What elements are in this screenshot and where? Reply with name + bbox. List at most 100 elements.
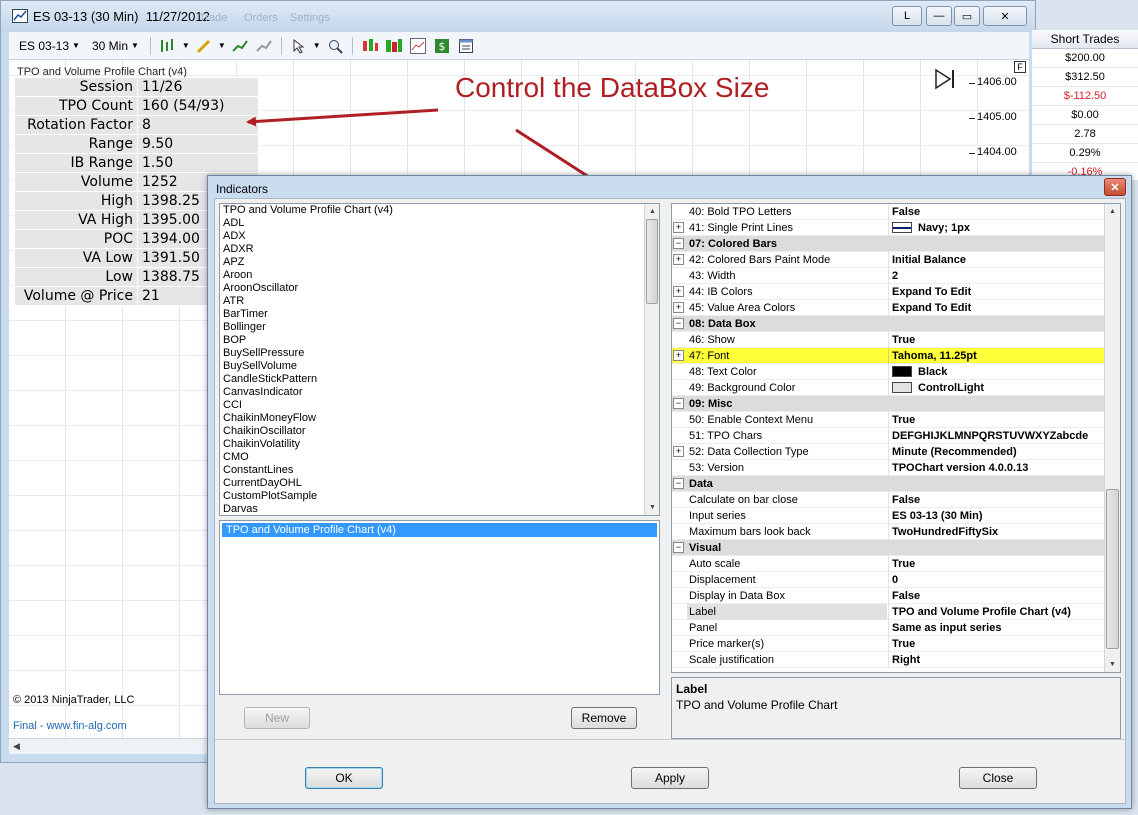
remove-button[interactable]: Remove: [571, 707, 637, 729]
chevron-down-icon[interactable]: ▼: [182, 41, 190, 50]
scroll-up-icon[interactable]: ▲: [645, 204, 659, 219]
property-value[interactable]: Expand To Edit: [888, 300, 1105, 316]
scroll-thumb[interactable]: [646, 219, 658, 304]
property-value[interactable]: True: [888, 412, 1105, 428]
applied-indicators-list[interactable]: TPO and Volume Profile Chart (v4): [219, 520, 660, 695]
property-category[interactable]: −07: Colored Bars: [672, 236, 1105, 252]
indicator-list-item[interactable]: ADXR: [220, 243, 659, 256]
scroll-thumb[interactable]: [1106, 489, 1119, 649]
strategy-icon[interactable]: [254, 36, 274, 56]
property-row[interactable]: +41: Single Print Lines Navy; 1px: [672, 220, 1105, 236]
collapse-icon[interactable]: −: [673, 318, 684, 329]
property-row[interactable]: 51: TPO Chars DEFGHIJKLMNPQRSTUVWXYZabcde: [672, 428, 1105, 444]
indicator-list-item[interactable]: ADL: [220, 217, 659, 230]
select-cursor-icon[interactable]: [289, 36, 309, 56]
property-value[interactable]: Right: [888, 652, 1105, 668]
drawing-pencil-icon[interactable]: [194, 36, 214, 56]
chart-titlebar[interactable]: ES 03-13 (30 Min) 11/27/2012 Trade Order…: [1, 1, 1035, 32]
collapse-icon[interactable]: −: [673, 478, 684, 489]
property-value[interactable]: True: [888, 332, 1105, 348]
menu-orders[interactable]: Orders: [244, 12, 278, 24]
minimize-button[interactable]: —: [926, 6, 952, 26]
indicator-list-item[interactable]: CCI: [220, 399, 659, 412]
property-row[interactable]: +44: IB Colors Expand To Edit: [672, 284, 1105, 300]
add-indicator-icon[interactable]: [230, 36, 250, 56]
property-row[interactable]: +42: Colored Bars Paint Mode Initial Bala…: [672, 252, 1105, 268]
properties-icon[interactable]: [456, 36, 476, 56]
scroll-left-icon[interactable]: ◀: [9, 739, 24, 754]
property-value[interactable]: Navy; 1px: [888, 220, 1105, 236]
property-value[interactable]: DEFGHIJKLMNPQRSTUVWXYZabcde: [888, 428, 1105, 444]
expand-icon[interactable]: +: [673, 302, 684, 313]
chart-trader-icon[interactable]: [360, 36, 380, 56]
indicator-list-item[interactable]: AroonOscillator: [220, 282, 659, 295]
property-value[interactable]: ControlLight: [888, 380, 1105, 396]
expand-icon[interactable]: +: [673, 222, 684, 233]
footer-link[interactable]: Final - www.fin-alg.com: [13, 720, 127, 732]
close-window-button[interactable]: ✕: [983, 6, 1027, 26]
indicator-list-item[interactable]: Bollinger: [220, 321, 659, 334]
indicator-list-item[interactable]: BuySellVolume: [220, 360, 659, 373]
ok-button[interactable]: OK: [305, 767, 383, 789]
property-value[interactable]: Initial Balance: [888, 252, 1105, 268]
property-category[interactable]: −09: Misc: [672, 396, 1105, 412]
zoom-icon[interactable]: [325, 36, 345, 56]
property-row[interactable]: Scale justification Right: [672, 652, 1105, 668]
indicator-list-item[interactable]: Darvas: [220, 503, 659, 515]
property-value[interactable]: ES 03-13 (30 Min): [888, 508, 1105, 524]
close-button[interactable]: Close: [959, 767, 1037, 789]
scroll-down-icon[interactable]: ▼: [645, 500, 659, 515]
maximize-button[interactable]: ▭: [954, 6, 980, 26]
property-row[interactable]: Input series ES 03-13 (30 Min): [672, 508, 1105, 524]
collapse-icon[interactable]: −: [673, 398, 684, 409]
property-row[interactable]: 48: Text Color Black: [672, 364, 1105, 380]
property-row[interactable]: Price marker(s) True: [672, 636, 1105, 652]
property-row[interactable]: Label TPO and Volume Profile Chart (v4): [672, 604, 1105, 620]
property-row[interactable]: +52: Data Collection Type Minute (Recomme…: [672, 444, 1105, 460]
expand-icon[interactable]: +: [673, 350, 684, 361]
property-row[interactable]: Panel Same as input series: [672, 620, 1105, 636]
property-row[interactable]: 46: Show True: [672, 332, 1105, 348]
property-value[interactable]: False: [888, 204, 1105, 220]
property-row[interactable]: +45: Value Area Colors Expand To Edit: [672, 300, 1105, 316]
indicator-list-item[interactable]: BuySellPressure: [220, 347, 659, 360]
property-value[interactable]: TPOChart version 4.0.0.13: [888, 460, 1105, 476]
scroll-up-icon[interactable]: ▲: [1105, 204, 1120, 219]
stats-column-header[interactable]: Short Trades: [1032, 30, 1138, 49]
instrument-selector[interactable]: ES 03-13 ▼: [15, 39, 84, 53]
property-row[interactable]: Display in Data Box False: [672, 588, 1105, 604]
scroll-down-icon[interactable]: ▼: [1105, 657, 1120, 672]
property-grid-scrollbar[interactable]: ▲ ▼: [1104, 204, 1120, 672]
property-value[interactable]: Tahoma, 11.25pt: [888, 348, 1105, 364]
property-value[interactable]: Black: [888, 364, 1105, 380]
property-grid[interactable]: 40: Bold TPO Letters False +41: Single Pri…: [671, 203, 1121, 673]
performance-icon[interactable]: [408, 36, 428, 56]
bar-type-icon[interactable]: [158, 36, 178, 56]
collapse-icon[interactable]: −: [673, 542, 684, 553]
interval-selector[interactable]: 30 Min ▼: [88, 39, 143, 53]
menu-trade[interactable]: Trade: [199, 12, 227, 24]
property-value[interactable]: 0: [888, 572, 1105, 588]
dollar-icon[interactable]: $: [432, 36, 452, 56]
indicator-list-item[interactable]: BOP: [220, 334, 659, 347]
indicator-list-item[interactable]: APZ: [220, 256, 659, 269]
property-value[interactable]: False: [888, 492, 1105, 508]
expand-icon[interactable]: +: [673, 446, 684, 457]
indicator-list-item[interactable]: ChaikinOscillator: [220, 425, 659, 438]
property-value[interactable]: Same as input series: [888, 620, 1105, 636]
property-value[interactable]: TwoHundredFiftySix: [888, 524, 1105, 540]
indicator-list-scrollbar[interactable]: ▲ ▼: [644, 204, 659, 515]
chevron-down-icon[interactable]: ▼: [218, 41, 226, 50]
property-category[interactable]: − Visual: [672, 540, 1105, 556]
expand-icon[interactable]: +: [673, 286, 684, 297]
property-value[interactable]: 2: [888, 268, 1105, 284]
property-row[interactable]: Displacement 0: [672, 572, 1105, 588]
playback-end-icon[interactable]: [933, 67, 957, 91]
property-row[interactable]: 43: Width 2: [672, 268, 1105, 284]
expand-icon[interactable]: +: [673, 254, 684, 265]
property-value[interactable]: True: [888, 636, 1105, 652]
property-value[interactable]: Minute (Recommended): [888, 444, 1105, 460]
indicator-list-item[interactable]: CanvasIndicator: [220, 386, 659, 399]
indicator-list-item[interactable]: ChaikinVolatility: [220, 438, 659, 451]
indicator-list-item[interactable]: ConstantLines: [220, 464, 659, 477]
